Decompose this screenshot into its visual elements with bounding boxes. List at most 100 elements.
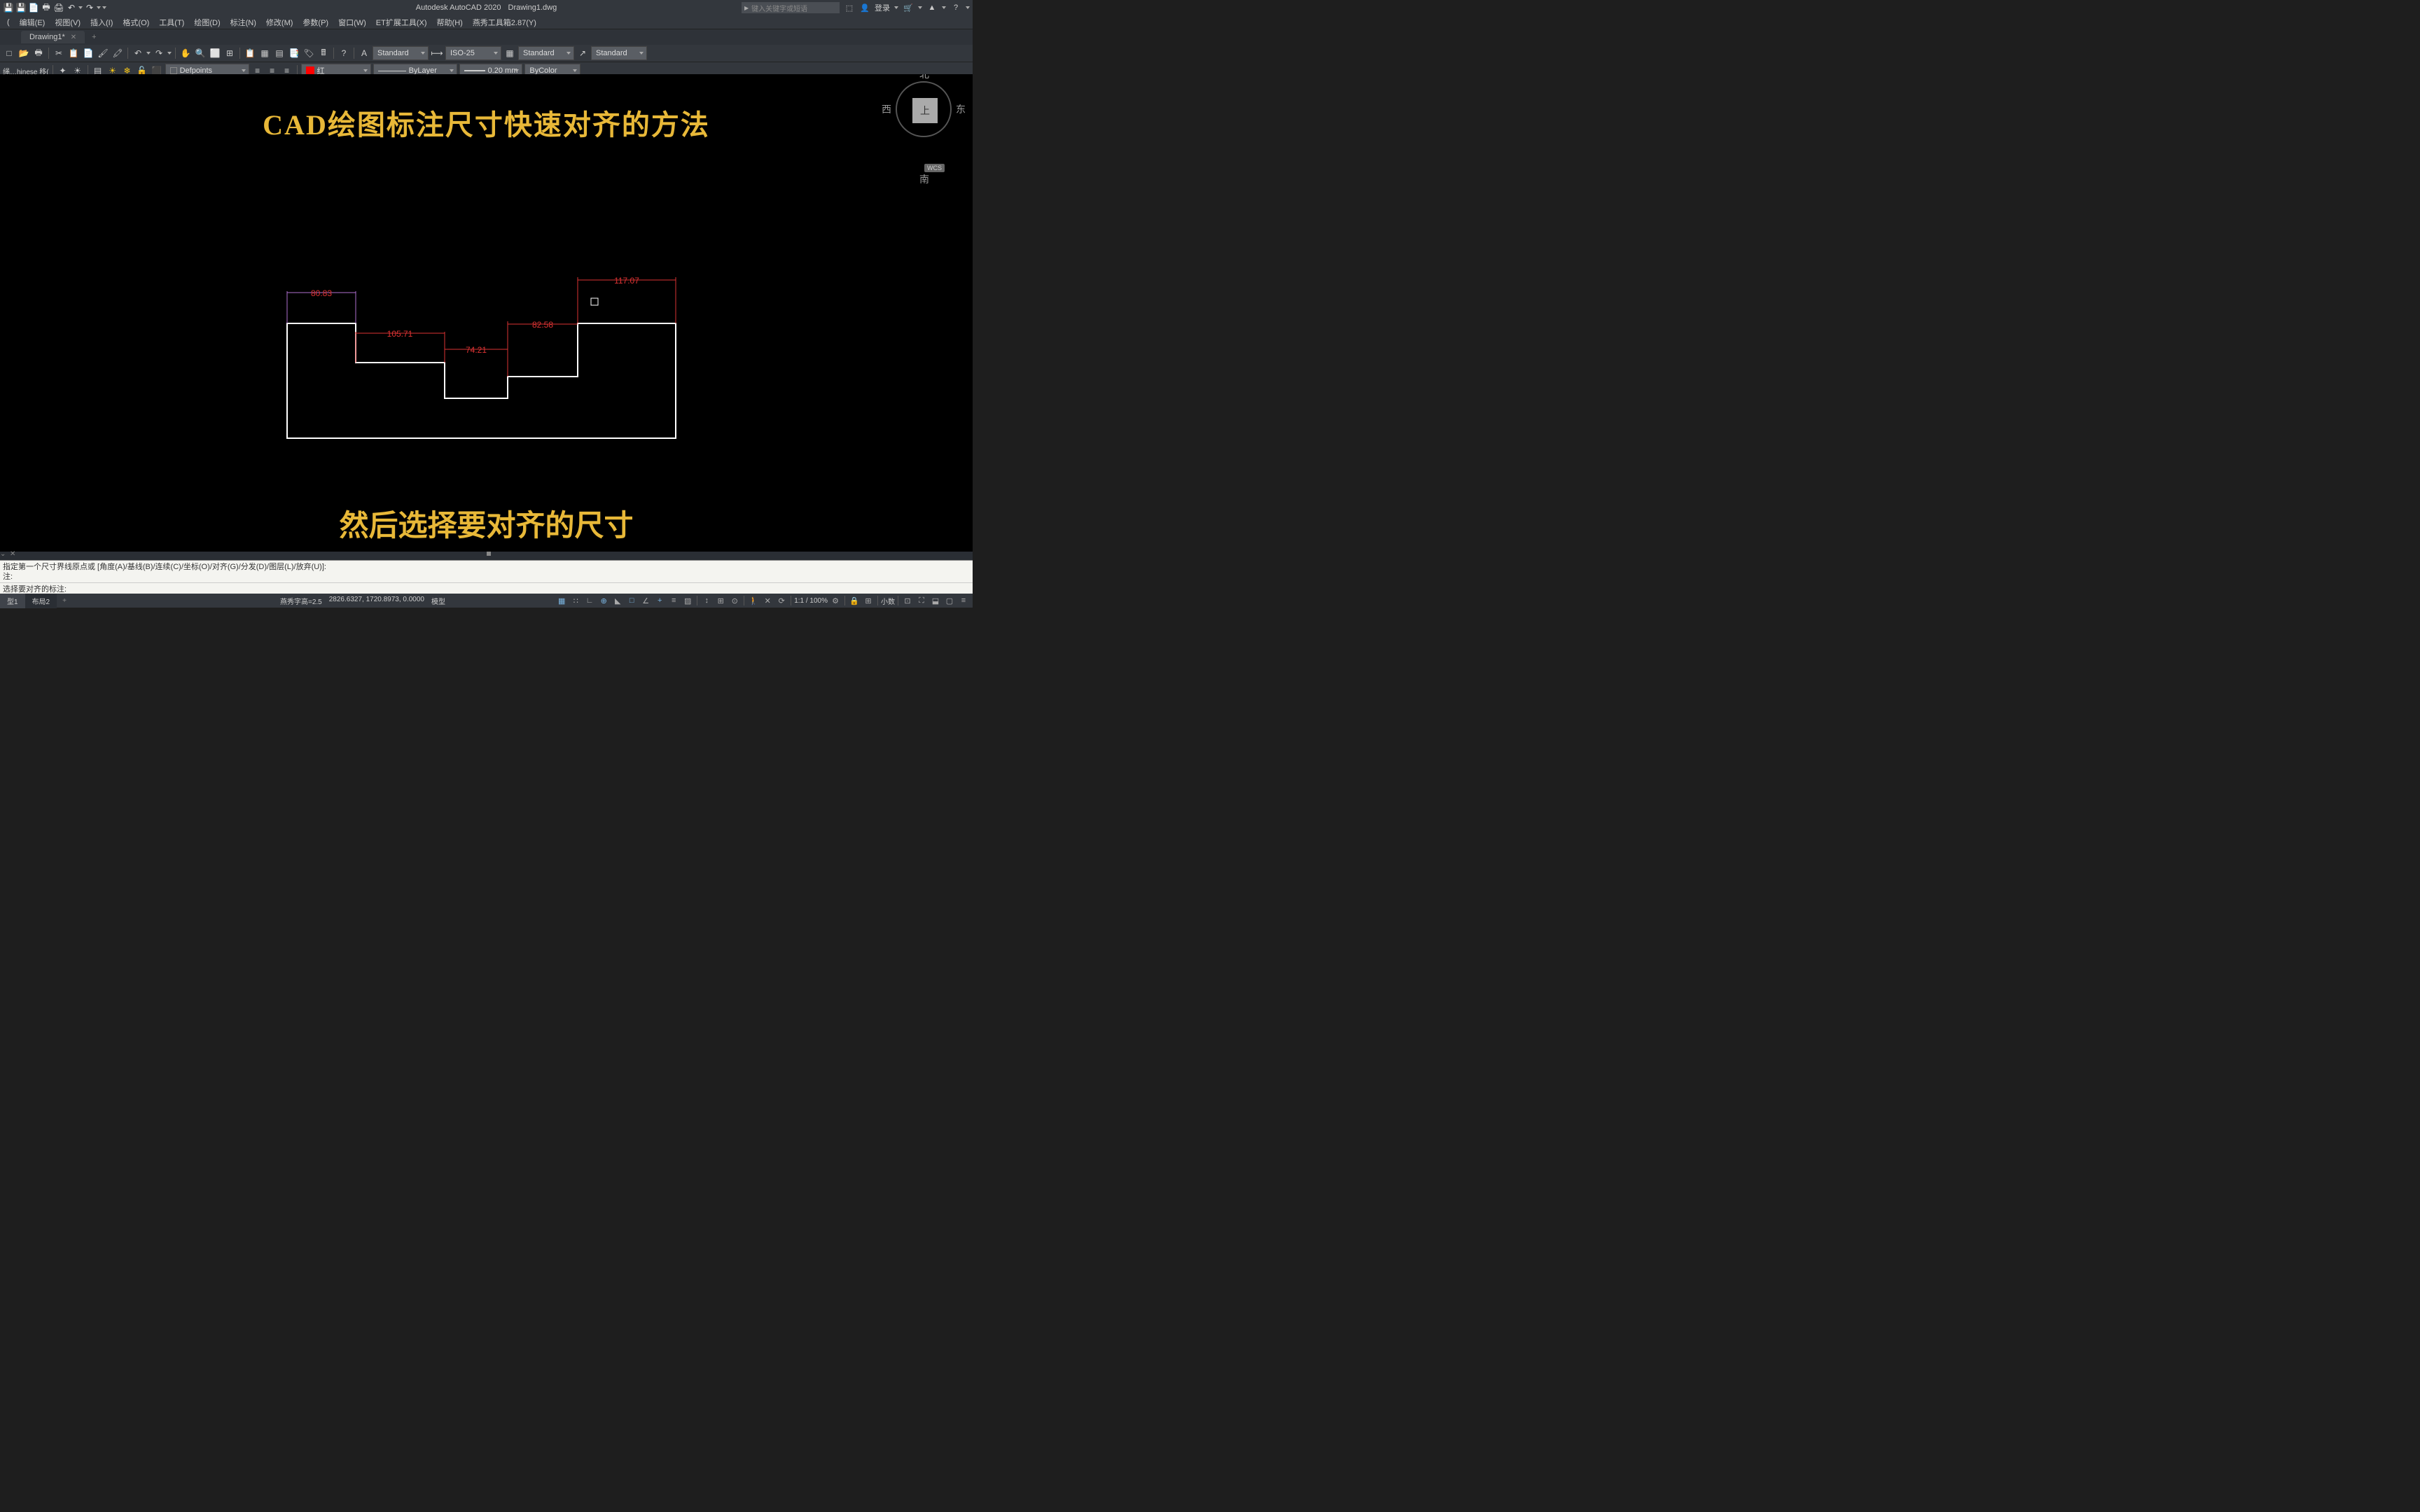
drawing-canvas[interactable]: CAD绘图标注尺寸快速对齐的方法 80.83 105.71 74.21 — [0, 74, 973, 552]
wcs-label[interactable]: WCS — [924, 164, 945, 172]
save-icon[interactable]: 💾 — [3, 2, 14, 13]
menu-item[interactable]: 帮助(H) — [433, 15, 467, 29]
layout-tab[interactable]: 布局2 — [25, 594, 57, 608]
viewcube-top[interactable]: 上 — [912, 98, 938, 123]
lwt-icon[interactable]: ≡ — [667, 594, 680, 607]
qat-custom-icon[interactable] — [102, 6, 106, 9]
table-style-dropdown[interactable]: Standard — [518, 46, 574, 60]
menu-item[interactable]: 窗口(W) — [334, 15, 370, 29]
grid-icon[interactable]: ▦ — [555, 594, 568, 607]
close-icon[interactable]: ✕ — [71, 34, 76, 41]
menu-item[interactable]: ET扩展工具(X) — [372, 15, 431, 29]
ann2-icon[interactable]: ⊞ — [862, 594, 875, 607]
add-layout-button[interactable]: + — [57, 595, 72, 607]
menu-item[interactable]: 标注(N) — [226, 15, 260, 29]
cmd-collapse-icon[interactable]: ⌄ — [0, 550, 6, 558]
lock2-icon[interactable]: 🔒 — [848, 594, 861, 607]
copy-icon[interactable]: 📋 — [67, 47, 80, 59]
new-tab-button[interactable]: + — [85, 31, 103, 43]
menu-item[interactable]: 修改(M) — [262, 15, 298, 29]
gear-icon[interactable]: ⚙ — [829, 594, 842, 607]
dim-icon[interactable]: ⟼ — [431, 47, 443, 59]
snap-icon[interactable]: ∷ — [569, 594, 582, 607]
tool-icon[interactable]: ▤ — [273, 47, 286, 59]
cfg-icon[interactable]: ⊡ — [901, 594, 914, 607]
scale-label[interactable]: 1:1 / 100% — [794, 597, 828, 605]
open2-icon[interactable]: 📂 — [18, 47, 30, 59]
polar-icon[interactable]: ⊕ — [597, 594, 610, 607]
match-icon[interactable]: 🖌 — [97, 47, 109, 59]
text-style-dropdown[interactable]: Standard — [373, 46, 429, 60]
menu-item[interactable]: 视图(V) — [50, 15, 85, 29]
mark-icon[interactable]: 🏷 — [302, 47, 315, 59]
nav-icon[interactable]: ⟳ — [775, 594, 788, 607]
menu-item[interactable]: 格式(O) — [118, 15, 153, 29]
menu-item[interactable]: 插入(I) — [86, 15, 117, 29]
iso2-icon[interactable]: ⬓ — [929, 594, 942, 607]
zoom-icon[interactable]: 🔍 — [194, 47, 207, 59]
walk-icon[interactable]: 🚶 — [747, 594, 760, 607]
iso-icon[interactable]: ◣ — [611, 594, 624, 607]
login-drop[interactable] — [894, 6, 898, 9]
pan-icon[interactable]: ✋ — [179, 47, 192, 59]
dim-style-dropdown[interactable]: ISO-25 — [445, 46, 501, 60]
svs-icon[interactable]: ✕ — [761, 594, 774, 607]
zoomall-icon[interactable]: ⊞ — [223, 47, 236, 59]
undo-drop-icon[interactable] — [78, 6, 83, 9]
help-icon[interactable]: ? — [950, 2, 961, 13]
menu-item[interactable]: 参数(P) — [298, 15, 333, 29]
ortho-icon[interactable]: ∟ — [583, 594, 596, 607]
undo-icon[interactable]: ↶ — [66, 2, 77, 13]
new-icon[interactable]: □ — [3, 47, 15, 59]
clean-icon[interactable]: ▢ — [943, 594, 956, 607]
sc-icon[interactable]: ↕ — [700, 594, 713, 607]
menu-item[interactable]: ( — [3, 17, 14, 28]
saveas-icon[interactable]: 💾 — [15, 2, 27, 13]
menu-item[interactable]: 绘图(D) — [190, 15, 224, 29]
app-drop[interactable] — [942, 6, 946, 9]
autodesk-icon[interactable]: ⬚ — [844, 2, 855, 13]
plot-icon[interactable]: 🖨 — [53, 2, 64, 13]
layout-tab[interactable]: 型1 — [0, 594, 25, 608]
max-icon[interactable]: ⛶ — [915, 594, 928, 607]
cart-icon[interactable]: 🛒 — [903, 2, 914, 13]
print-icon[interactable]: 🖶 — [41, 2, 52, 13]
redo-drop-icon[interactable] — [97, 6, 101, 9]
osnap-icon[interactable]: □ — [625, 594, 638, 607]
sheet-icon[interactable]: 📑 — [288, 47, 300, 59]
table-icon[interactable]: ▦ — [503, 47, 516, 59]
redo2-icon[interactable]: ↷ — [153, 47, 165, 59]
dyn-icon[interactable]: + — [653, 594, 666, 607]
help2-icon[interactable]: ? — [338, 47, 350, 59]
menu-item[interactable]: 工具(T) — [155, 15, 188, 29]
design-icon[interactable]: ▦ — [258, 47, 271, 59]
ann-icon[interactable]: ⊙ — [728, 594, 741, 607]
mleader-icon[interactable]: ↗ — [576, 47, 589, 59]
viewcube[interactable]: 上 北 南 东 西 WCS — [896, 81, 952, 172]
user-icon[interactable]: 👤 — [859, 2, 870, 13]
undo2-icon[interactable]: ↶ — [132, 47, 144, 59]
menu-item[interactable]: 编辑(E) — [15, 15, 50, 29]
prop-icon[interactable]: 📋 — [244, 47, 256, 59]
login-label[interactable]: 登录 — [875, 2, 890, 13]
app-icon[interactable]: ▲ — [926, 2, 938, 13]
print2-icon[interactable]: 🖶 — [32, 47, 45, 59]
match2-icon[interactable]: 🖍 — [111, 47, 124, 59]
paste-icon[interactable]: 📄 — [82, 47, 95, 59]
command-input[interactable]: 选择要对齐的标注: — [0, 582, 973, 594]
file-tab[interactable]: Drawing1* ✕ — [21, 31, 85, 43]
trans-icon[interactable]: ▨ — [681, 594, 694, 607]
zoomwin-icon[interactable]: ⬜ — [209, 47, 221, 59]
units-label[interactable]: 小数 — [881, 596, 895, 606]
search-box[interactable]: 键入关键字或短语 — [742, 2, 840, 13]
calc-icon[interactable]: 🖩 — [317, 47, 330, 59]
redo-icon[interactable]: ↷ — [84, 2, 95, 13]
text-icon[interactable]: A — [358, 47, 370, 59]
mleader-style-dropdown[interactable]: Standard — [591, 46, 647, 60]
open-icon[interactable]: 📄 — [28, 2, 39, 13]
menu-item[interactable]: 燕秀工具箱2.87(Y) — [468, 15, 541, 29]
space-label[interactable]: 模型 — [431, 596, 445, 606]
help-drop[interactable] — [966, 6, 970, 9]
cart-drop[interactable] — [918, 6, 922, 9]
cmd-close-icon[interactable]: ✕ — [10, 550, 15, 558]
